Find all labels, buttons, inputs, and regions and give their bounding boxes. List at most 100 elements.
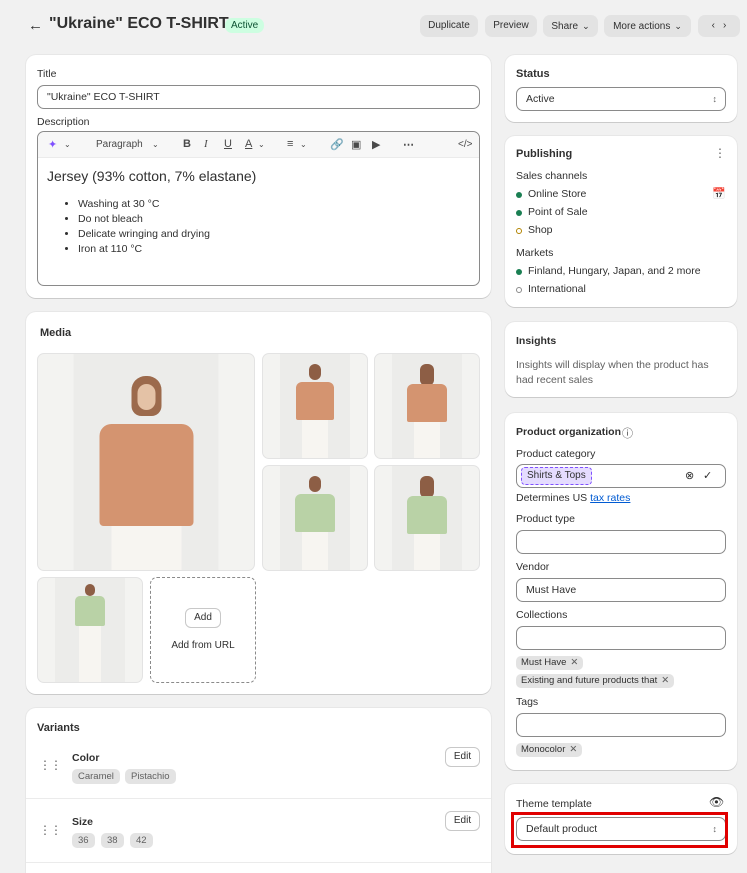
media-item-caramel-side[interactable] — [262, 353, 368, 459]
arrow-left-icon[interactable]: ← — [28, 17, 43, 34]
chevron-down-icon: ⌄ — [152, 140, 159, 149]
product-type-input[interactable] — [516, 530, 726, 554]
hair-shape — [420, 476, 434, 498]
chevron-down-icon: ⌄ — [64, 140, 71, 149]
list-item: Iron at 110 °C — [78, 243, 210, 258]
unpublished-dot — [516, 287, 522, 293]
list-item: Do not bleach — [78, 213, 210, 228]
hair-shape — [309, 364, 321, 380]
more-actions-button[interactable]: More actions ⌄ — [604, 15, 691, 37]
media-item-caramel-back[interactable] — [374, 353, 480, 459]
add-media-dropzone[interactable]: Add Add from URL — [150, 577, 256, 683]
info-icon[interactable]: ⓘ — [622, 425, 633, 441]
align-icon[interactable]: ≡ — [287, 138, 293, 150]
duplicate-button[interactable]: Duplicate — [420, 15, 478, 37]
tax-rates-note: Determines US tax rates — [516, 492, 630, 504]
italic-icon[interactable]: I — [204, 138, 208, 150]
title-input[interactable]: "Ukraine" ECO T-SHIRT — [37, 85, 480, 109]
paragraph-select[interactable]: Paragraph — [96, 139, 143, 150]
media-item-caramel-front[interactable] — [37, 353, 255, 571]
video-icon[interactable]: ▶ — [372, 138, 380, 151]
variant-value: 38 — [101, 833, 124, 848]
tags-label: Tags — [516, 696, 539, 708]
remove-icon[interactable]: ✕ — [570, 657, 578, 668]
theme-template-label: Theme template — [516, 798, 592, 810]
edit-color-button[interactable]: Edit — [445, 747, 480, 767]
chevron-down-icon: ⌄ — [300, 140, 307, 149]
media-item-pistachio-front[interactable] — [262, 465, 368, 571]
media-item-pistachio-full[interactable] — [37, 577, 143, 683]
publishing-heading: Publishing — [516, 148, 573, 160]
check-circle-icon[interactable]: ✓ — [703, 465, 712, 487]
code-view-icon[interactable]: </> — [458, 139, 472, 150]
add-from-url-link[interactable]: Add from URL — [151, 640, 255, 651]
description-editor[interactable]: ✦ ⌄ Paragraph ⌄ B I U A ⌄ ≡ ⌄ 🔗 ▣ ▶ ⋯ </… — [37, 131, 480, 286]
pants-shape — [414, 422, 440, 458]
pants-shape — [302, 532, 328, 570]
media-item-pistachio-back[interactable] — [374, 465, 480, 571]
list-item: Washing at 30 °C — [78, 198, 210, 213]
product-photo — [73, 354, 219, 570]
collections-input[interactable] — [516, 626, 726, 650]
chevron-left-icon[interactable]: ‹ — [712, 20, 715, 31]
product-photo — [280, 354, 350, 458]
magic-icon[interactable]: ✦ — [48, 138, 57, 151]
image-icon[interactable]: ▣ — [351, 138, 361, 151]
page-header: ← "Ukraine" ECO T-SHIRT Active Duplicate… — [0, 0, 747, 50]
collection-tag-label: Must Have — [521, 657, 567, 668]
link-icon[interactable]: 🔗 — [330, 138, 344, 151]
share-label: Share — [551, 21, 579, 32]
variants-card: Variants ⋮⋮ Color Caramel Pistachio Edit… — [26, 708, 491, 873]
remove-icon[interactable]: ✕ — [661, 675, 669, 686]
eye-icon[interactable]: 👁 — [709, 795, 724, 809]
insights-heading: Insights — [516, 335, 557, 347]
more-icon[interactable]: ⋯ — [403, 138, 414, 151]
share-button[interactable]: Share ⌄ — [543, 15, 598, 37]
edit-size-button[interactable]: Edit — [445, 811, 480, 831]
more-actions-label: More actions — [613, 21, 671, 32]
tax-rates-link[interactable]: tax rates — [590, 492, 630, 504]
bold-icon[interactable]: B — [183, 138, 191, 150]
chevron-right-icon[interactable]: › — [723, 20, 726, 31]
media-heading: Media — [40, 327, 72, 339]
tshirt-shape — [75, 596, 105, 626]
clear-icon[interactable]: ⊗ — [685, 465, 694, 487]
title-label: Title — [37, 68, 57, 80]
variant-option-name: Color — [72, 752, 100, 764]
product-category-label: Product category — [516, 448, 596, 460]
pager: ‹ › — [698, 15, 740, 37]
product-category-input[interactable]: Shirts & Tops ⊗ ✓ — [516, 464, 726, 488]
product-organization-heading: Product organization — [516, 426, 621, 438]
product-photo — [280, 466, 350, 570]
collection-tag: Existing and future products that ✕ — [516, 674, 675, 688]
pants-shape — [302, 420, 328, 458]
tags-input[interactable] — [516, 713, 726, 737]
vendor-input[interactable]: Must Have — [516, 578, 726, 602]
product-type-label: Product type — [516, 513, 575, 525]
product-photo — [392, 354, 462, 458]
product-tag-label: Monocolor — [521, 744, 566, 755]
category-chip[interactable]: Shirts & Tops — [521, 467, 592, 485]
status-select-value: Active — [526, 93, 555, 105]
status-select[interactable]: Active ↕ — [516, 87, 726, 111]
hair-shape — [309, 476, 321, 492]
remove-icon[interactable]: ✕ — [569, 744, 577, 755]
more-options-icon[interactable]: ⋮ — [714, 146, 726, 160]
text-color-icon[interactable]: A — [245, 138, 252, 150]
collection-tag: Must Have ✕ — [516, 656, 584, 670]
chevron-down-icon: ⌄ — [582, 21, 590, 31]
markets-label: Markets — [516, 247, 554, 259]
preview-button[interactable]: Preview — [485, 15, 537, 37]
drag-handle-icon[interactable]: ⋮⋮ — [39, 823, 62, 837]
variant-option-name: Size — [72, 816, 94, 828]
drag-handle-icon[interactable]: ⋮⋮ — [39, 758, 62, 772]
variants-heading: Variants — [37, 722, 80, 734]
add-media-button[interactable]: Add — [185, 608, 221, 628]
product-photo — [392, 466, 462, 570]
hair-shape — [85, 584, 95, 596]
product-tag: Monocolor ✕ — [516, 743, 583, 757]
tshirt-shape — [407, 496, 447, 534]
underline-icon[interactable]: U — [224, 138, 232, 150]
schedule-icon[interactable]: 📅 — [712, 187, 726, 200]
highlight-box — [511, 812, 728, 848]
